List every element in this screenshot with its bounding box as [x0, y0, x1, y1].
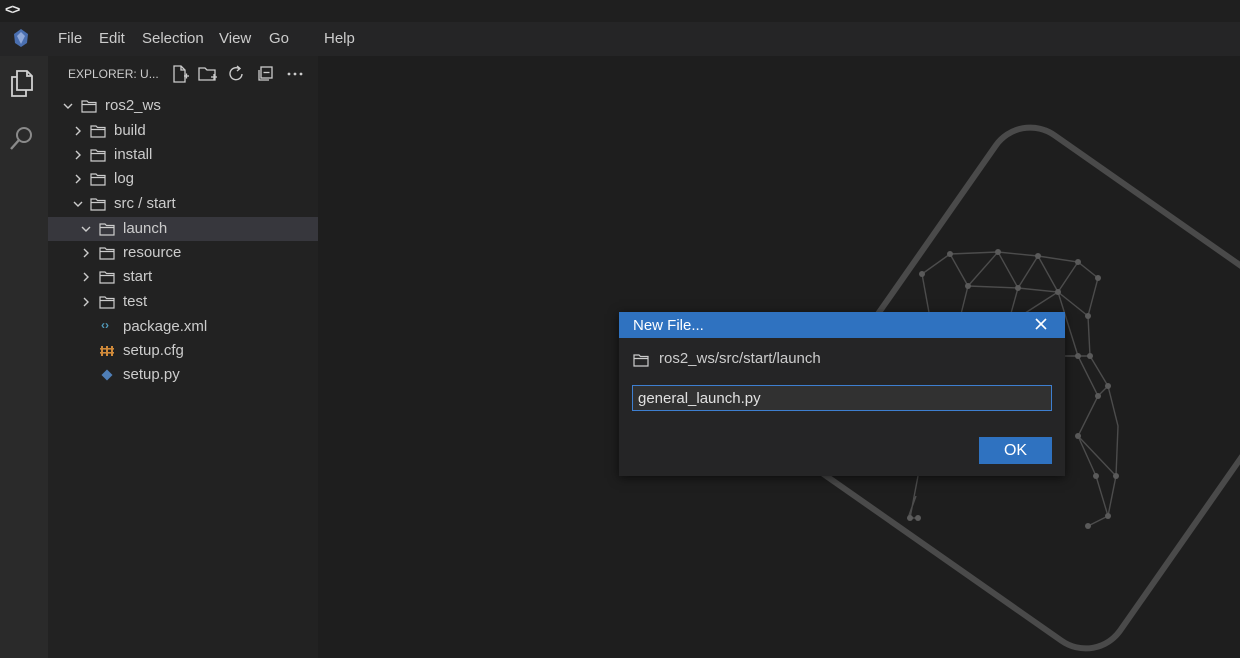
- tree-item-build[interactable]: build: [48, 119, 318, 143]
- chevron-right-icon: [83, 272, 89, 282]
- menu-view[interactable]: View: [219, 30, 251, 47]
- explorer-files-icon[interactable]: [8, 68, 36, 98]
- menu-help[interactable]: Help: [324, 30, 355, 47]
- chevron-right-icon: [83, 297, 89, 307]
- folder-icon: [99, 223, 115, 236]
- explorer-header: EXPLORER: U...: [48, 56, 318, 92]
- tree-item-label: resource: [123, 244, 182, 261]
- more-actions-icon[interactable]: [285, 65, 305, 83]
- tree-item-launch[interactable]: launch: [48, 217, 318, 241]
- tree-item-test[interactable]: test: [48, 290, 318, 314]
- window-titlebar: <>: [0, 0, 1240, 22]
- dialog-titlebar: New File...: [619, 312, 1065, 338]
- refresh-icon[interactable]: [227, 65, 247, 83]
- search-icon[interactable]: [8, 124, 36, 154]
- explorer-title: EXPLORER: U...: [68, 67, 159, 81]
- activity-bar: [0, 56, 48, 658]
- chevron-right-icon: [75, 126, 81, 136]
- folder-icon: [99, 296, 115, 309]
- new-folder-icon[interactable]: [198, 65, 218, 83]
- chevron-right-icon: [75, 150, 81, 160]
- tree-item-label: setup.py: [123, 366, 180, 383]
- tree-item-label: package.xml: [123, 318, 208, 335]
- tree-item-resource[interactable]: resource: [48, 241, 318, 265]
- tree-item-label: start: [123, 268, 153, 285]
- menu-go[interactable]: Go: [269, 30, 289, 47]
- folder-icon: [90, 198, 106, 211]
- dialog-title: New File...: [633, 317, 704, 334]
- new-file-icon[interactable]: [170, 65, 190, 83]
- chevron-right-icon: [75, 174, 81, 184]
- tree-item-label: log: [114, 170, 135, 187]
- folder-icon: [90, 149, 106, 162]
- folder-icon: [90, 125, 106, 138]
- menu-file[interactable]: File: [58, 30, 82, 47]
- app-logo-icon: [14, 29, 28, 47]
- tree-item-src-start[interactable]: src / start: [48, 192, 318, 216]
- chevron-down-icon: [81, 226, 91, 232]
- new-file-dialog: New File... ros2_ws/src/start/launch OK: [619, 312, 1065, 476]
- explorer-sidebar: EXPLORER: U... ros2_ws build install log…: [48, 56, 318, 658]
- folder-icon: [99, 271, 115, 284]
- tree-item-package-xml[interactable]: ‹› package.xml: [48, 315, 318, 339]
- filename-input[interactable]: [632, 385, 1052, 411]
- menu-bar: File Edit Selection View Go Help: [0, 22, 1240, 56]
- tree-item-label: setup.cfg: [123, 342, 184, 359]
- chevron-down-icon: [73, 201, 83, 207]
- chevron-right-icon: [83, 248, 89, 258]
- xml-icon: ‹›: [101, 318, 109, 332]
- tree-item-ros2-ws[interactable]: ros2_ws: [48, 94, 318, 118]
- tree-item-label: ros2_ws: [105, 97, 161, 114]
- tree-item-label: launch: [123, 220, 168, 237]
- dialog-path: ros2_ws/src/start/launch: [633, 350, 1053, 370]
- folder-icon: [99, 247, 115, 260]
- tree-item-label: install: [114, 146, 153, 163]
- tree-item-label: test: [123, 293, 148, 310]
- close-icon[interactable]: [1033, 316, 1049, 332]
- config-icon: [100, 346, 114, 356]
- tree-item-label: build: [114, 122, 146, 139]
- folder-icon: [90, 173, 106, 186]
- python-icon: [101, 369, 113, 381]
- menu-edit[interactable]: Edit: [99, 30, 125, 47]
- tree-item-setup-cfg[interactable]: setup.cfg: [48, 339, 318, 363]
- dialog-path-text: ros2_ws/src/start/launch: [659, 350, 821, 367]
- tree-item-install[interactable]: install: [48, 143, 318, 167]
- tree-item-setup-py[interactable]: setup.py: [48, 363, 318, 387]
- folder-icon: [81, 100, 97, 113]
- menu-selection[interactable]: Selection: [142, 30, 204, 47]
- tree-item-start[interactable]: start: [48, 265, 318, 289]
- tree-item-log[interactable]: log: [48, 167, 318, 191]
- folder-icon: [633, 354, 649, 367]
- collapse-all-icon[interactable]: [256, 65, 276, 83]
- ok-button[interactable]: OK: [979, 437, 1052, 464]
- code-icon: <>: [5, 1, 20, 17]
- chevron-down-icon: [63, 103, 73, 109]
- tree-item-label: src / start: [114, 195, 176, 212]
